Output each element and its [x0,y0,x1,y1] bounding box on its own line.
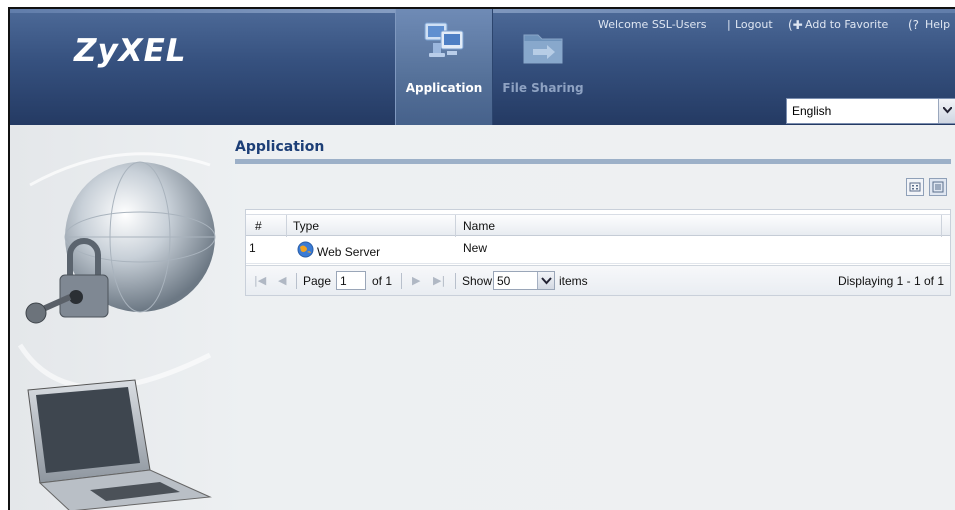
prev-page-icon[interactable]: ◀ [278,274,286,287]
security-illustration [17,152,216,510]
list-view-button[interactable] [929,178,947,196]
column-divider [286,215,287,237]
column-divider [941,215,942,237]
next-page-icon[interactable]: ▶ [412,274,420,287]
globe-icon [297,241,314,258]
row-number: 1 [249,241,256,255]
pager-divider [455,273,456,289]
list-view-icon [932,181,944,193]
tab-file-sharing-label: File Sharing [502,81,584,95]
table-row[interactable]: 1 Web Server New [246,237,950,264]
column-header-name[interactable]: Name [463,219,495,233]
last-page-icon[interactable]: ▶| [433,274,445,287]
page-size-value: 50 [497,274,511,288]
tab-application[interactable]: Application [395,9,493,125]
zyxel-logo: ZyXEL [74,33,187,69]
app-window: ZyXEL Application File Sharing Welcome S… [8,7,955,510]
row-name: New [463,241,488,255]
chevron-down-icon[interactable] [537,272,554,289]
section-divider [235,159,951,164]
section-title: Application [235,139,325,155]
row-type: Web Server [317,245,381,259]
language-selected-value: English [792,104,832,118]
chevron-down-icon[interactable] [938,99,955,123]
welcome-text: Welcome SSL-Users [598,18,707,31]
table-header: # Type Name [246,214,950,237]
pager-divider [296,273,297,289]
column-header-type[interactable]: Type [293,219,319,233]
items-label: items [559,274,588,288]
language-select[interactable]: English [786,98,955,124]
page-size-select[interactable]: 50 [493,271,555,290]
header: ZyXEL Application File Sharing Welcome S… [10,9,955,125]
add-favorite-icon: (✚ [788,18,803,32]
page-number-input[interactable]: 1 [336,271,366,290]
application-table: # Type Name 1 Web Server New |◀ ◀ Page 1… [245,209,951,296]
column-header-number[interactable]: # [255,219,262,233]
column-divider [455,215,456,237]
show-label: Show [462,274,493,288]
main-content: Application # Type Name 1 Web Server New… [10,125,955,510]
grid-view-icon [909,182,921,192]
logout-link[interactable]: Logout [735,18,773,31]
add-to-favorite-link[interactable]: Add to Favorite [805,18,888,31]
displaying-count: Displaying 1 - 1 of 1 [837,274,944,288]
help-icon: (? [908,18,920,32]
monitor-network-icon [424,22,464,57]
pager-divider [401,273,402,289]
topbar-separator: | [727,18,731,31]
grid-view-button[interactable] [906,178,924,196]
first-page-icon[interactable]: |◀ [254,274,266,287]
tab-file-sharing[interactable]: File Sharing [494,9,592,125]
page-of-label: of 1 [372,274,393,288]
tab-application-label: Application [405,81,483,95]
pagination-bar: |◀ ◀ Page 1 of 1 ▶ ▶| Show 50 items Disp… [246,265,950,295]
page-label: Page [303,274,332,288]
help-link[interactable]: Help [925,18,950,31]
folder-share-icon [523,34,563,64]
